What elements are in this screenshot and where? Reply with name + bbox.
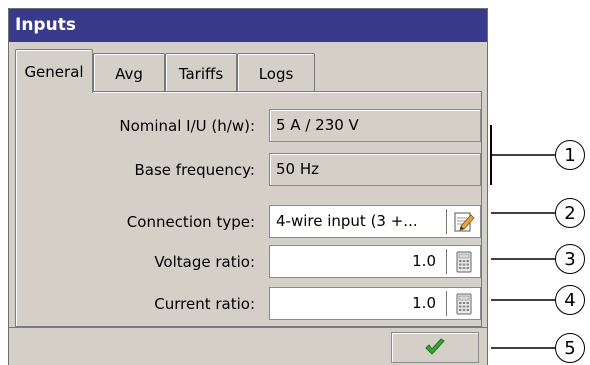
callout-5: 5 (555, 333, 585, 363)
callout-3: 3 (555, 244, 585, 274)
callout-4: 4 (555, 285, 585, 315)
callout-1: 1 (555, 140, 585, 170)
callout-2: 2 (555, 198, 585, 228)
tab-general[interactable]: General (15, 49, 93, 93)
